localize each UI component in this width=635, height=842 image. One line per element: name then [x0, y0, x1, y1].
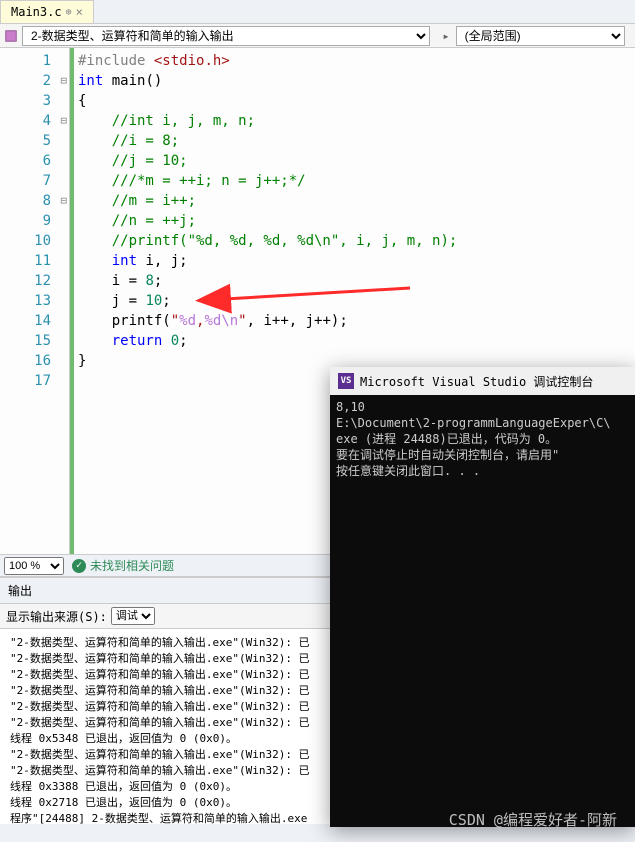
- code-line[interactable]: i = 8;: [78, 271, 635, 291]
- console-line: 8,10: [336, 399, 629, 415]
- console-line: E:\Document\2-programmLanguageExper\C\: [336, 415, 629, 431]
- line-number: 1: [0, 51, 69, 71]
- vs-icon: VS: [338, 373, 354, 389]
- code-line[interactable]: //n = ++j;: [78, 211, 635, 231]
- tab-label: Main3.c: [11, 5, 62, 19]
- line-number: 10: [0, 231, 69, 251]
- code-line[interactable]: int i, j;: [78, 251, 635, 271]
- module-icon: [4, 29, 18, 43]
- code-line[interactable]: //int i, j, m, n;: [78, 111, 635, 131]
- console-title-text: Microsoft Visual Studio 调试控制台: [360, 373, 593, 390]
- output-source-select[interactable]: 调试: [111, 607, 155, 625]
- line-number: 3: [0, 91, 69, 111]
- code-line[interactable]: //j = 10;: [78, 151, 635, 171]
- file-tab[interactable]: Main3.c ⊕ ×: [0, 0, 94, 23]
- line-number: 4: [0, 111, 69, 131]
- line-number: 15: [0, 331, 69, 351]
- line-number: 9: [0, 211, 69, 231]
- tab-bar: Main3.c ⊕ ×: [0, 0, 635, 24]
- close-icon[interactable]: ×: [76, 5, 83, 19]
- line-number: 16: [0, 351, 69, 371]
- code-line[interactable]: {: [78, 91, 635, 111]
- line-gutter: 1234567891011121314151617: [0, 48, 70, 554]
- code-line[interactable]: printf("%d,%d\n", i++, j++);: [78, 311, 635, 331]
- breadcrumb-bar: 2-数据类型、运算符和简单的输入输出 ▸ (全局范围): [0, 24, 635, 48]
- code-line[interactable]: j = 10;: [78, 291, 635, 311]
- line-number: 12: [0, 271, 69, 291]
- console-line: 按任意键关闭此窗口. . .: [336, 463, 629, 479]
- console-line: 要在调试停止时自动关闭控制台，请启用": [336, 447, 629, 463]
- zoom-select[interactable]: 100 %: [4, 557, 64, 575]
- code-line[interactable]: return 0;: [78, 331, 635, 351]
- code-line[interactable]: //i = 8;: [78, 131, 635, 151]
- line-number: 11: [0, 251, 69, 271]
- line-number: 13: [0, 291, 69, 311]
- console-titlebar[interactable]: VS Microsoft Visual Studio 调试控制台: [330, 367, 635, 395]
- line-number: 17: [0, 371, 69, 391]
- line-number: 6: [0, 151, 69, 171]
- line-number: 2: [0, 71, 69, 91]
- console-body[interactable]: 8,10E:\Document\2-programmLanguageExper\…: [330, 395, 635, 827]
- debug-console-window[interactable]: VS Microsoft Visual Studio 调试控制台 8,10E:\…: [330, 367, 635, 827]
- pin-icon[interactable]: ⊕: [66, 7, 72, 18]
- code-line[interactable]: //printf("%d, %d, %d, %d\n", i, j, m, n)…: [78, 231, 635, 251]
- code-line[interactable]: int main(): [78, 71, 635, 91]
- code-line[interactable]: #include <stdio.h>: [78, 51, 635, 71]
- code-line[interactable]: //m = i++;: [78, 191, 635, 211]
- output-source-label: 显示输出来源(S):: [6, 608, 107, 625]
- console-line: exe (进程 24488)已退出，代码为 0。: [336, 431, 629, 447]
- line-number: 7: [0, 171, 69, 191]
- scope-select-left[interactable]: 2-数据类型、运算符和简单的输入输出: [22, 26, 430, 46]
- scope-select-right[interactable]: (全局范围): [456, 26, 625, 46]
- status-ok[interactable]: 未找到相关问题: [72, 557, 174, 574]
- separator-icon: ▸: [436, 29, 455, 43]
- line-number: 14: [0, 311, 69, 331]
- watermark: CSDN @编程爱好者-阿新: [449, 809, 617, 830]
- line-number: 8: [0, 191, 69, 211]
- line-number: 5: [0, 131, 69, 151]
- code-line[interactable]: ///*m = ++i; n = j++;*/: [78, 171, 635, 191]
